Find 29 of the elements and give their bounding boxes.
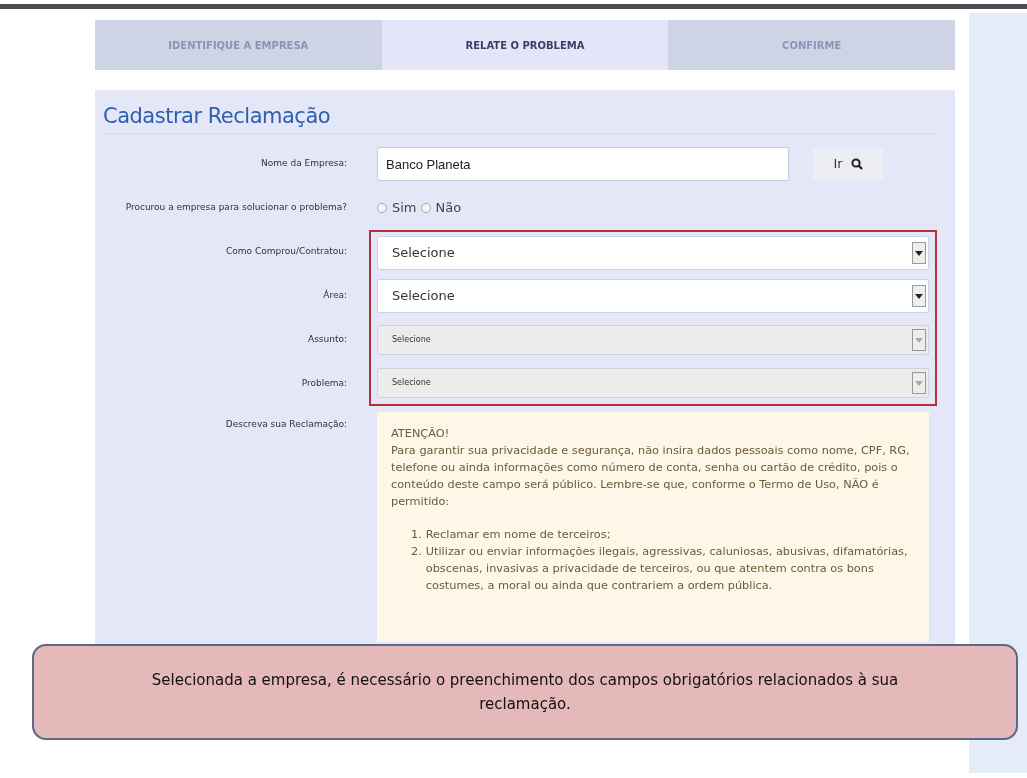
- field-label: Nome da Empresa:: [261, 157, 347, 171]
- field-label: Área:: [323, 289, 347, 303]
- dropdown[interactable]: Selecione: [377, 236, 929, 271]
- caret-icon: [912, 329, 926, 352]
- radio-label: Sim: [392, 199, 417, 218]
- form-title: Cadastrar Reclamação: [103, 104, 937, 135]
- list-item-text: Reclamar em nome de terceiros;: [425, 526, 611, 543]
- list-number: 1.: [411, 526, 422, 543]
- radio-button[interactable]: [420, 203, 431, 214]
- search-button[interactable]: Ir: [813, 147, 883, 182]
- field-label: Procurou a empresa para solucionar o problema?: [125, 201, 347, 215]
- input-field[interactable]: Banco Planeta: [377, 147, 789, 182]
- radio-button[interactable]: [377, 203, 387, 214]
- step-tab[interactable]: RELATE O PROBLEMA: [381, 20, 669, 70]
- dropdown[interactable]: Selecione: [377, 279, 929, 314]
- field-label: Problema:: [301, 377, 347, 391]
- list-number: 2.: [411, 543, 422, 560]
- search-icon: [850, 158, 863, 171]
- caret-icon: [912, 242, 926, 265]
- caret-icon: [912, 285, 926, 308]
- notice-text: Para garantir sua privacidade e segurança, não insira dados pessoais como nome, CPF, RG, telefone ou ainda informações como número de conta, senha ou cartão de crédito, pois o conteúdo deste campo será público. Lembre-se que, conforme o Termo de Uso, NÃO é permitido:: [391, 443, 911, 510]
- caret-icon: [912, 372, 926, 395]
- field-label: Assunto:: [308, 333, 347, 347]
- callout-note: Selecionada a empresa, é necessário o preenchimento dos campos obrigatórios relacionados à sua reclamação.: [32, 644, 1018, 740]
- field-label: Como Comprou/Contratou:: [226, 245, 347, 259]
- notice-heading: ATENÇÃO!: [391, 426, 451, 443]
- list-item-text: Utilizar ou enviar informações ilegais, agressivas, caluniosas, abusivas, difamatórias, obscenas, invasivas a privacidade de terceiros, ou que atentem contra os bons costumes, a moral ou ainda que contrariem a ordem pública.: [425, 543, 909, 594]
- field-label: Descreva sua Reclamação:: [225, 418, 347, 432]
- radio-label: Não: [435, 199, 462, 218]
